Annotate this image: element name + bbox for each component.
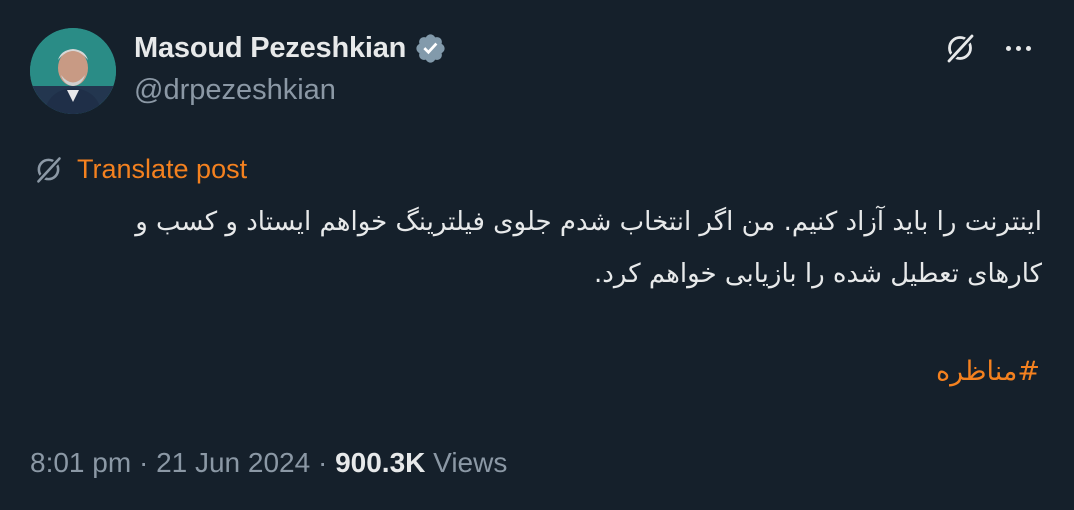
dot-icon	[1025, 45, 1031, 51]
post-date[interactable]: 21 Jun 2024	[156, 447, 310, 479]
post-time[interactable]: 8:01 pm	[30, 447, 131, 479]
avatar-image	[30, 28, 116, 114]
dot-icon	[1015, 45, 1021, 51]
post-meta: 8:01 pm · 21 Jun 2024 · 900.3K Views	[30, 440, 507, 486]
hashtag-link[interactable]: #مناظره	[936, 356, 1040, 387]
views-label: Views	[425, 447, 508, 478]
more-options-icon[interactable]	[998, 30, 1038, 66]
meta-separator: ·	[310, 447, 336, 478]
author-display-name[interactable]: Masoud Pezeshkian	[134, 32, 406, 65]
translate-post-link[interactable]: Translate post	[32, 151, 247, 187]
meta-separator: ·	[131, 447, 157, 478]
author-name-row[interactable]: Masoud Pezeshkian	[134, 28, 447, 68]
translate-post-label: Translate post	[77, 153, 248, 184]
views-count: 900.3K	[335, 447, 426, 478]
author-handle[interactable]: @drpezeshkian	[134, 74, 336, 107]
grok-icon[interactable]	[942, 30, 978, 66]
avatar[interactable]	[30, 28, 116, 114]
grok-translate-icon	[35, 155, 63, 184]
dot-icon	[1005, 45, 1011, 51]
post-text: اینترنت را باید آزاد کنیم. من اگر انتخاب…	[135, 207, 1042, 289]
verified-badge-icon[interactable]	[414, 32, 447, 65]
